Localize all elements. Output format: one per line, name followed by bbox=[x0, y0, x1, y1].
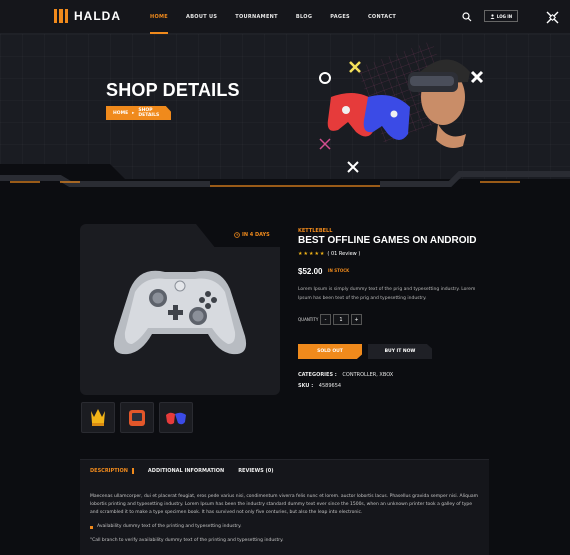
top-navbar: HALDA HOME ABOUT US TOURNAMENT BLOG PAGE… bbox=[0, 0, 570, 34]
menu-item-contact[interactable]: CONTACT bbox=[359, 0, 405, 34]
description-panel: Maecenas ullamcorper, dui et placerat fe… bbox=[80, 481, 489, 555]
quantity-increase-button[interactable]: + bbox=[351, 314, 362, 325]
description-paragraph: Maecenas ullamcorper, dui et placerat fe… bbox=[90, 494, 478, 515]
quantity-label: QUANTITY bbox=[298, 317, 319, 322]
thumbnail-trophy[interactable] bbox=[81, 402, 115, 433]
sold-out-button[interactable]: SOLD OUT bbox=[298, 344, 362, 359]
menu-item-home[interactable]: HOME bbox=[141, 0, 177, 34]
tab-reviews[interactable]: REVIEWS (0) bbox=[238, 468, 273, 474]
main-menu: HOME ABOUT US TOURNAMENT BLOG PAGES CONT… bbox=[141, 0, 405, 34]
quantity-decrease-button[interactable]: - bbox=[320, 314, 331, 325]
categories-value[interactable]: CONTROLLER, XBOX bbox=[342, 372, 393, 378]
menu-item-pages[interactable]: PAGES bbox=[321, 0, 359, 34]
hero-bottom-frame bbox=[0, 164, 570, 187]
product-categories: CATEGORIES : CONTROLLER, XBOX bbox=[298, 372, 393, 378]
tab-active-marker bbox=[131, 467, 134, 474]
breadcrumb: HOME ▸ SHOP DETAILS bbox=[106, 106, 171, 120]
login-button[interactable]: LOG IN bbox=[484, 10, 518, 22]
menu-item-blog[interactable]: BLOG bbox=[287, 0, 321, 34]
game-console-icon bbox=[129, 410, 145, 426]
brand-name: HALDA bbox=[74, 9, 121, 23]
days-left-text: IN 4 DAYS bbox=[242, 232, 270, 238]
breadcrumb-current: SHOP DETAILS bbox=[138, 108, 160, 118]
description-bullet: Availability dummy text of the printing … bbox=[90, 523, 479, 531]
product-description: Lorem Ipsum is simply dummy text of the … bbox=[298, 287, 476, 301]
shop-details-section: IN 4 DAYS KETTLEBELL BEST OFFLINE GAMES … bbox=[0, 187, 570, 555]
thumbnail-game-console[interactable] bbox=[120, 402, 154, 433]
product-tabs: DESCRIPTION ADDITIONAL INFORMATION REVIE… bbox=[80, 459, 489, 481]
description-note: "Call branch to verify availability dumm… bbox=[90, 538, 284, 543]
product-rating: ★★★★★ ( 01 Review ) bbox=[298, 251, 360, 257]
days-left-badge: IN 4 DAYS bbox=[234, 232, 270, 238]
quantity-stepper: - 1 + bbox=[320, 314, 362, 325]
search-icon[interactable] bbox=[461, 11, 473, 23]
bullet-icon bbox=[90, 525, 93, 529]
logo-mark-icon bbox=[54, 9, 68, 23]
sku-value: 4589654 bbox=[318, 383, 342, 389]
login-label: LOG IN bbox=[496, 13, 513, 19]
product-sku: SKU : 4589654 bbox=[298, 383, 341, 389]
controller-icon bbox=[166, 412, 186, 425]
tab-additional-information[interactable]: ADDITIONAL INFORMATION bbox=[148, 468, 224, 474]
trophy-icon bbox=[91, 409, 105, 426]
product-main-image bbox=[80, 224, 280, 395]
menu-item-tournament[interactable]: TOURNAMENT bbox=[226, 0, 287, 34]
quantity-input[interactable]: 1 bbox=[333, 314, 349, 325]
product-title: BEST OFFLINE GAMES ON ANDROID bbox=[298, 235, 477, 246]
product-category[interactable]: KETTLEBELL bbox=[298, 228, 332, 234]
page-hero: SHOP DETAILS HOME ▸ SHOP DETAILS bbox=[0, 34, 570, 187]
review-count[interactable]: ( 01 Review ) bbox=[327, 251, 360, 257]
clock-icon bbox=[234, 232, 240, 238]
breadcrumb-separator-icon: ▸ bbox=[132, 110, 135, 116]
page-title: SHOP DETAILS bbox=[106, 80, 240, 100]
description-bullet-text: Availability dummy text of the printing … bbox=[97, 524, 242, 529]
user-icon bbox=[490, 13, 495, 19]
stock-status: IN STOCK bbox=[328, 268, 350, 273]
menu-item-about-us[interactable]: ABOUT US bbox=[177, 0, 226, 34]
brand-logo[interactable]: HALDA bbox=[54, 9, 121, 23]
thumbnail-controller[interactable] bbox=[159, 402, 193, 433]
controller-product-image bbox=[113, 270, 247, 355]
categories-label: CATEGORIES : bbox=[298, 372, 337, 378]
offcanvas-icon[interactable] bbox=[546, 11, 559, 24]
tab-description[interactable]: DESCRIPTION bbox=[90, 467, 134, 474]
buy-it-now-button[interactable]: BUY IT NOW bbox=[368, 344, 432, 359]
rating-stars-icon: ★★★★★ bbox=[298, 251, 326, 257]
tab-description-label: DESCRIPTION bbox=[90, 467, 128, 474]
product-price: $52.00 bbox=[298, 267, 323, 276]
breadcrumb-home[interactable]: HOME bbox=[113, 111, 128, 116]
sku-label: SKU : bbox=[298, 383, 314, 389]
